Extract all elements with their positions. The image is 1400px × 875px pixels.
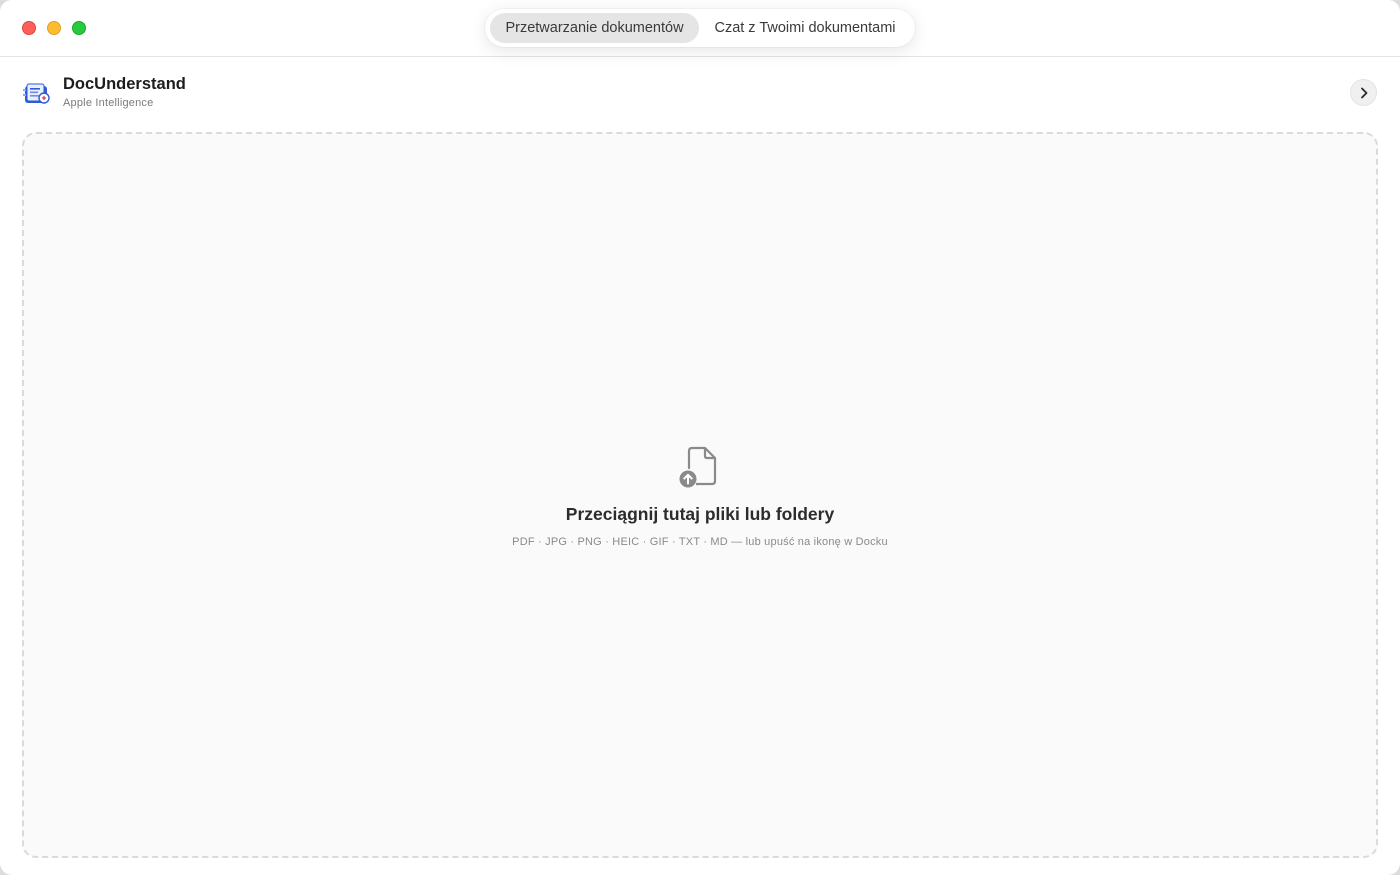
chevron-right-icon [1360, 87, 1367, 98]
title-bar: Przetwarzanie dokumentów Czat z Twoimi d… [0, 0, 1400, 57]
tab-document-processing[interactable]: Przetwarzanie dokumentów [490, 13, 699, 43]
drop-zone-title: Przeciągnij tutaj pliki lub foldery [565, 504, 835, 524]
app-subtitle: Apple Intelligence [63, 97, 154, 109]
expand-panel-button[interactable] [1350, 79, 1377, 106]
file-drop-zone[interactable]: Przeciągnij tutaj pliki lub foldery PDF … [22, 132, 1378, 858]
app-name: DocUnderstand [63, 75, 186, 93]
maximize-window-button[interactable] [72, 21, 86, 35]
mode-segmented-control: Przetwarzanie dokumentów Czat z Twoimi d… [485, 9, 915, 47]
app-window: Przetwarzanie dokumentów Czat z Twoimi d… [0, 0, 1400, 875]
document-upload-icon [679, 446, 717, 488]
tab-chat-with-documents[interactable]: Czat z Twoimi dokumentami [699, 13, 911, 43]
drop-zone-subtitle: PDF · JPG · PNG · HEIC · GIF · TXT · MD … [512, 536, 888, 548]
minimize-window-button[interactable] [47, 21, 61, 35]
docunderstand-logo-icon [23, 83, 50, 104]
close-window-button[interactable] [22, 21, 36, 35]
app-header: DocUnderstand Apple Intelligence [0, 57, 1400, 127]
